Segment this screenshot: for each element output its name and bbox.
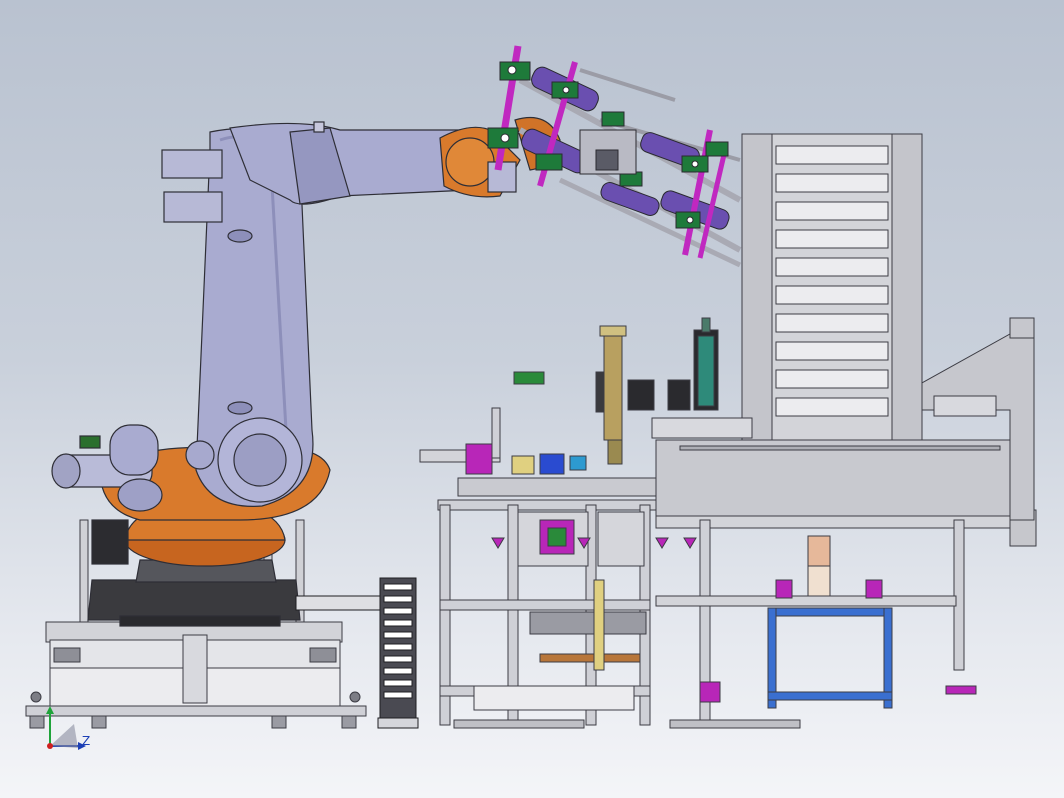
z-axis-label: Z	[82, 734, 91, 748]
cad-viewport[interactable]: Z	[0, 0, 1064, 798]
industrial-robot	[51, 116, 561, 627]
cad-assembly-drawing	[25, 45, 1037, 750]
stacking-magazine	[651, 133, 923, 441]
